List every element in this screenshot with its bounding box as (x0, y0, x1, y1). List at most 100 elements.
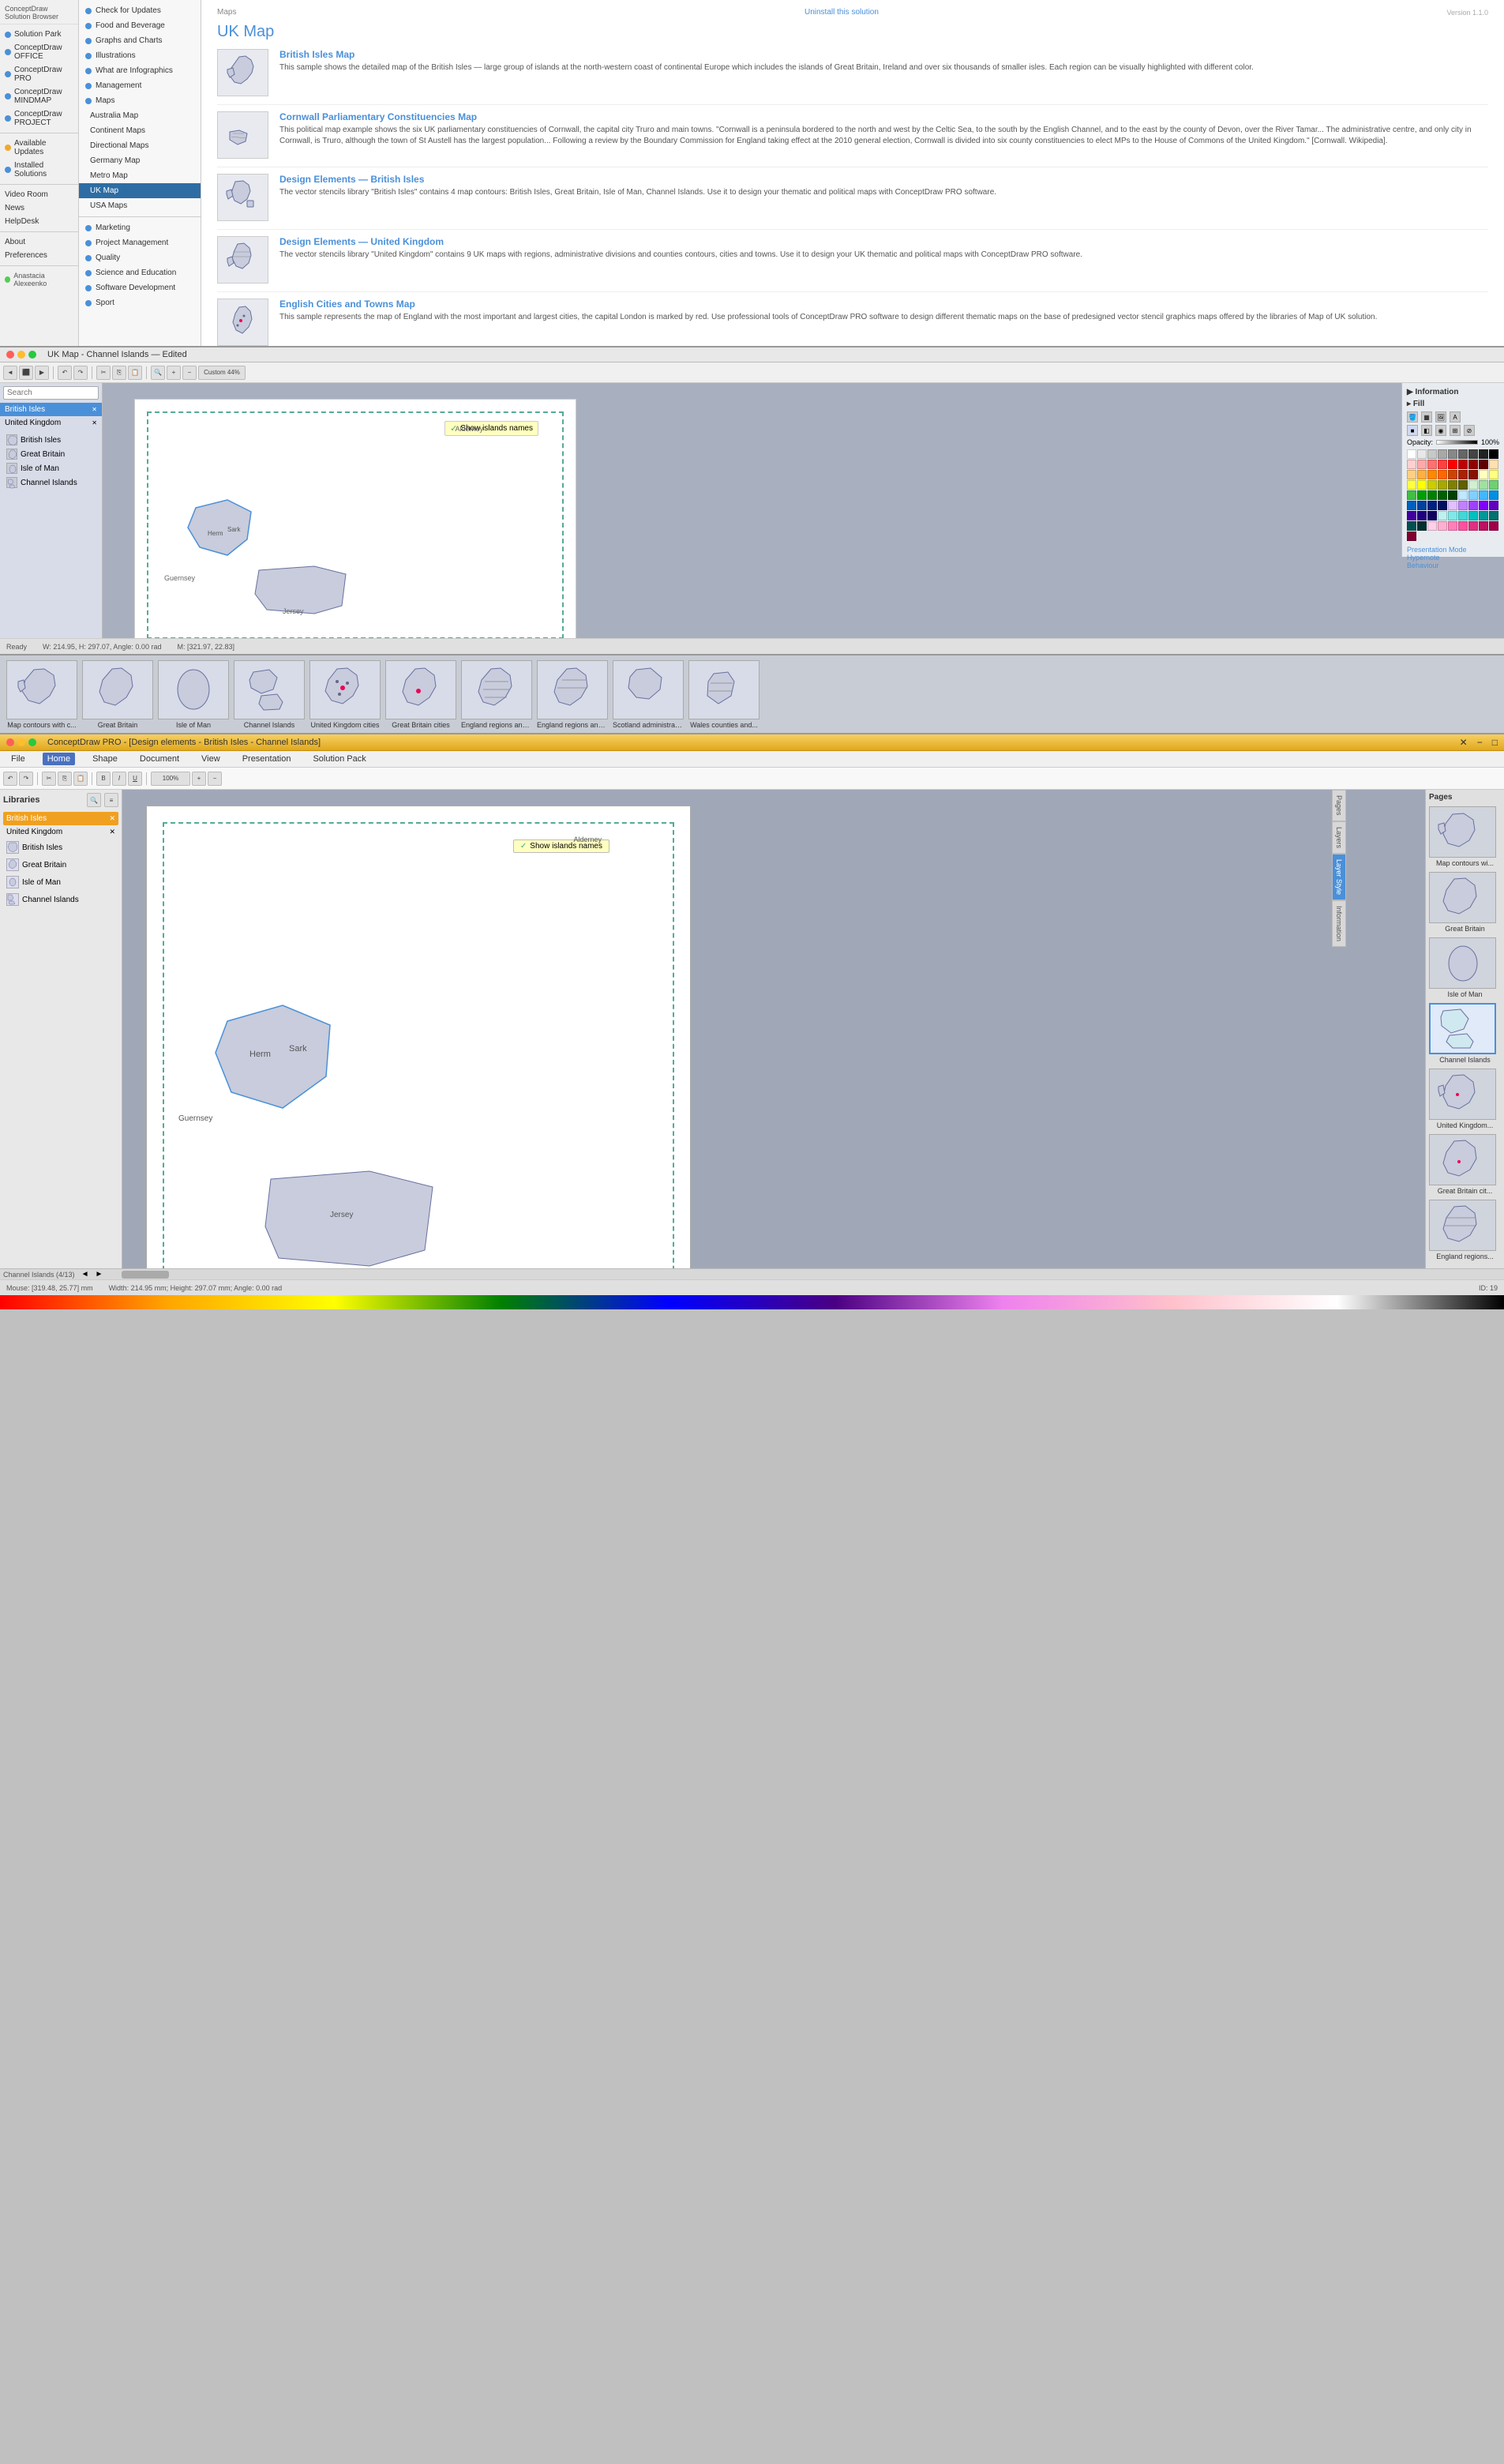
color-swatch-white[interactable] (1407, 449, 1416, 459)
toolbar-button[interactable]: + (167, 366, 181, 380)
opacity-slider[interactable] (1436, 440, 1478, 445)
page-great-britain-cities[interactable]: Great Britain cit... (1429, 1134, 1501, 1195)
color-swatch-pink[interactable] (1458, 521, 1468, 531)
h-scrollbar[interactable]: Channel Islands (4/13) ◄ ► (0, 1268, 1504, 1279)
cat-item-illustrations[interactable]: Illustrations (79, 48, 201, 63)
color-swatch[interactable] (1479, 449, 1488, 459)
close-window-btn[interactable]: ✕ (1460, 737, 1468, 748)
stencil-isle-of-man[interactable]: Isle of Man (3, 873, 118, 891)
color-swatch[interactable] (1479, 511, 1488, 520)
cat-item-australia[interactable]: Australia Map (79, 108, 201, 123)
map-title-british-isles[interactable]: British Isles Map (279, 49, 1488, 60)
color-swatch[interactable] (1417, 449, 1427, 459)
toolbar-button[interactable]: ◄ (3, 366, 17, 380)
color-swatch[interactable] (1489, 490, 1498, 500)
fill-none-btn[interactable]: ⊘ (1464, 425, 1475, 436)
cat-item-infographics[interactable]: What are Infographics (79, 63, 201, 78)
cat-item-software[interactable]: Software Development (79, 280, 201, 295)
sidebar-item-pro[interactable]: ConceptDraw PRO (0, 63, 78, 85)
maximize-window-btn[interactable]: □ (1492, 737, 1498, 748)
layer-style-tab[interactable]: Layer Style (1332, 854, 1346, 900)
prev-page-btn[interactable]: ◄ (78, 1270, 92, 1279)
cat-item-maps[interactable]: Maps (79, 93, 201, 108)
color-swatch[interactable] (1448, 490, 1457, 500)
menu-home[interactable]: Home (43, 753, 75, 765)
color-swatch-blue[interactable] (1407, 501, 1416, 510)
toolbar-button[interactable]: 🔍 (151, 366, 165, 380)
color-swatch-purple[interactable] (1479, 501, 1488, 510)
minimize-window-btn[interactable]: − (1477, 737, 1483, 748)
color-swatch[interactable] (1489, 460, 1498, 469)
stencil-item-great-britain[interactable]: Great Britain (3, 447, 99, 461)
paint-bucket-icon[interactable]: 🪣 (1407, 411, 1418, 423)
page-channel-islands[interactable]: Channel Islands (1429, 1003, 1501, 1064)
lib-cat-british-isles[interactable]: British Isles ✕ (3, 812, 118, 825)
color-swatch[interactable] (1468, 449, 1478, 459)
toolbar-zoom[interactable]: Custom 44% (198, 366, 246, 380)
close-lib-icon[interactable]: ✕ (92, 419, 97, 426)
menu-file[interactable]: File (6, 753, 30, 765)
stencil-item-isle-of-man[interactable]: Isle of Man (3, 461, 99, 475)
map-title-english-cities[interactable]: English Cities and Towns Map (279, 299, 1488, 310)
sidebar-item-video[interactable]: Video Room (0, 188, 78, 201)
toolbar-button[interactable]: ⬛ (19, 366, 33, 380)
menu-document[interactable]: Document (135, 753, 184, 765)
lib-cat-close-icon[interactable]: ✕ (109, 828, 115, 836)
color-swatch-orange[interactable] (1427, 470, 1437, 479)
color-swatch[interactable] (1468, 480, 1478, 490)
sidebar-item-news[interactable]: News (0, 201, 78, 215)
toolbar-btn[interactable]: ↶ (3, 772, 17, 786)
color-swatch[interactable] (1468, 460, 1478, 469)
thumbnail-wales-counties[interactable]: Wales counties and... (688, 660, 760, 729)
color-swatch-red[interactable] (1448, 460, 1457, 469)
color-swatch[interactable] (1427, 511, 1437, 520)
color-swatch[interactable] (1427, 480, 1437, 490)
color-swatch[interactable] (1438, 511, 1447, 520)
toolbar-btn[interactable]: B (96, 772, 111, 786)
color-swatch[interactable] (1427, 490, 1437, 500)
cat-item-graphs[interactable]: Graphs and Charts (79, 33, 201, 48)
hypernote-link[interactable]: Hypernote (1407, 554, 1499, 562)
color-swatch[interactable] (1479, 490, 1488, 500)
color-swatch[interactable] (1417, 460, 1427, 469)
cat-item-pm[interactable]: Project Management (79, 235, 201, 250)
color-swatch[interactable] (1427, 521, 1437, 531)
menu-solution-pack[interactable]: Solution Pack (308, 753, 370, 765)
cat-item-quality[interactable]: Quality (79, 250, 201, 265)
close-button[interactable] (6, 351, 14, 359)
toolbar-btn[interactable]: 📋 (73, 772, 88, 786)
map-thumbnail[interactable] (217, 299, 268, 346)
uninstall-link[interactable]: Uninstall this solution (805, 8, 879, 17)
color-swatch[interactable] (1438, 480, 1447, 490)
toolbar-btn[interactable]: I (112, 772, 126, 786)
color-swatch[interactable] (1458, 501, 1468, 510)
pro-drawing-area[interactable]: ✓ Show islands names Alderney Herm Sark … (146, 806, 691, 1268)
next-page-btn[interactable]: ► (92, 1270, 106, 1279)
color-swatch[interactable] (1458, 449, 1468, 459)
menu-shape[interactable]: Shape (88, 753, 122, 765)
text-icon[interactable]: A (1450, 411, 1461, 423)
thumbnail-scotland[interactable]: Scotland administratio... (613, 660, 684, 729)
thumbnail-map-contours[interactable]: Map contours with c... (6, 660, 77, 729)
color-swatch[interactable] (1448, 501, 1457, 510)
color-swatch[interactable] (1407, 480, 1416, 490)
zoom-out-btn[interactable]: − (208, 772, 222, 786)
library-item-british-isles[interactable]: British Isles ✕ (0, 403, 102, 416)
maximize-button[interactable] (28, 738, 36, 746)
sidebar-item-project[interactable]: ConceptDraw PROJECT (0, 107, 78, 130)
color-swatch[interactable] (1448, 480, 1457, 490)
information-header[interactable]: ▶ Information (1407, 388, 1499, 396)
map-thumbnail[interactable] (217, 111, 268, 159)
color-swatch[interactable] (1407, 531, 1416, 541)
color-swatch-black[interactable] (1489, 449, 1498, 459)
color-swatch[interactable] (1489, 480, 1498, 490)
color-swatch[interactable] (1458, 480, 1468, 490)
scrollbar-thumb[interactable] (122, 1271, 169, 1279)
cat-item-marketing[interactable]: Marketing (79, 220, 201, 235)
color-swatch[interactable] (1468, 501, 1478, 510)
color-swatch[interactable] (1448, 470, 1457, 479)
toolbar-button[interactable]: ⎘ (112, 366, 126, 380)
toolbar-btn[interactable]: U (128, 772, 142, 786)
color-swatch-cyan[interactable] (1468, 511, 1478, 520)
toolbar-btn-zoom[interactable]: 100% (151, 772, 190, 786)
